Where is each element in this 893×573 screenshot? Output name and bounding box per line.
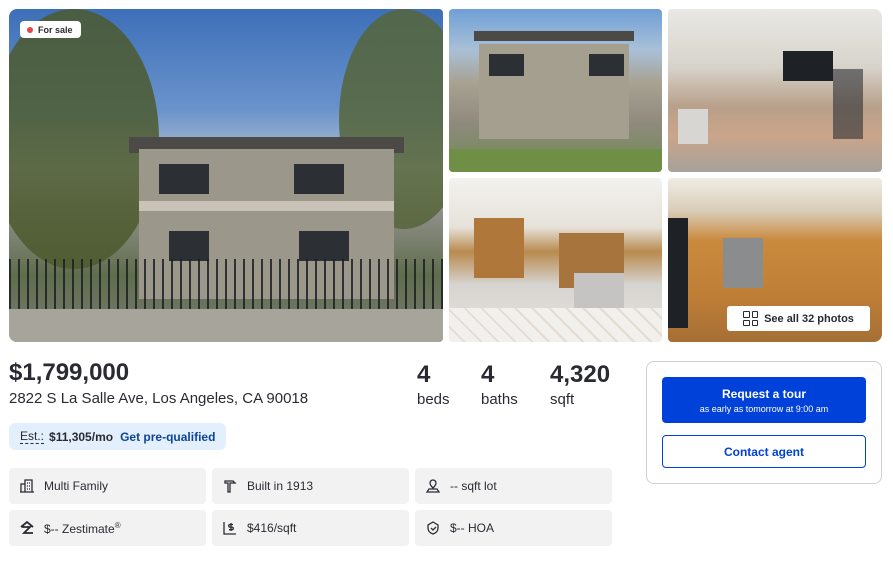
fact-hoa-text: $-- HOA: [450, 521, 495, 535]
refrigerator: [668, 218, 688, 328]
sqft-stat: 4,320 sqft: [550, 361, 611, 409]
stone-wall: [9, 309, 443, 342]
registered-mark: ®: [114, 520, 121, 530]
see-all-photos-label: See all 32 photos: [764, 312, 854, 325]
request-tour-title: Request a tour: [721, 387, 806, 401]
listing-price: $1,799,000: [9, 359, 130, 386]
baths-value: 4: [481, 361, 495, 388]
cabinet: [833, 69, 863, 139]
grid-icon: [743, 311, 759, 326]
estimate-label[interactable]: Est.:: [20, 429, 45, 444]
house-window: [159, 164, 209, 194]
lot-size-icon: [425, 479, 441, 493]
sqft-label: sqft: [550, 391, 575, 408]
request-tour-button[interactable]: Request a tour as early as tomorrow at 9…: [662, 377, 866, 423]
status-badge: For sale: [20, 21, 81, 38]
contact-panel: Request a tour as early as tomorrow at 9…: [646, 361, 882, 484]
see-all-photos-button[interactable]: See all 32 photos: [727, 306, 870, 331]
sqft-value: 4,320: [550, 361, 611, 388]
fact-hoa: $-- HOA: [415, 510, 612, 546]
get-pre-qualified-link[interactable]: Get pre-qualified: [120, 430, 215, 444]
fact-lot-size: -- sqft lot: [415, 468, 612, 504]
estimate-monthly: $11,305/mo: [49, 429, 114, 444]
fact-lot-size-text: -- sqft lot: [450, 479, 497, 493]
fact-year-built: Built in 1913: [212, 468, 409, 504]
status-dot-icon: [27, 26, 33, 33]
listing-address: 2822 S La Salle Ave, Los Angeles, CA 900…: [9, 390, 309, 407]
fact-zestimate: $-- Zestimate®: [9, 510, 206, 546]
fact-zestimate-text: $-- Zestimate®: [44, 521, 121, 536]
hammer-icon: [224, 480, 237, 493]
house-roof: [474, 31, 634, 41]
house-window: [299, 231, 349, 261]
house-band: [139, 201, 394, 211]
hoa-icon: [427, 521, 439, 535]
zestimate-icon: [20, 520, 34, 534]
fact-price-per-sqft: $416/sqft: [212, 510, 409, 546]
cabinets: [474, 218, 524, 278]
photo-thumbnail-dining-room[interactable]: [449, 178, 662, 342]
beds-label: beds: [417, 391, 450, 408]
fact-price-per-sqft-text: $416/sqft: [247, 521, 297, 535]
photo-thumbnail-living-room[interactable]: [668, 9, 882, 172]
stove: [723, 238, 763, 288]
house-window: [489, 54, 524, 76]
building-icon: [20, 479, 34, 493]
house-window: [169, 231, 209, 261]
lawn: [449, 149, 662, 172]
house-window: [589, 54, 624, 76]
beds-stat: 4 beds: [417, 361, 450, 409]
baths-stat: 4 baths: [481, 361, 518, 409]
request-tour-subtitle: as early as tomorrow at 9:00 am: [699, 404, 829, 414]
baths-label: baths: [481, 391, 518, 408]
price-per-sqft-icon: [223, 522, 236, 535]
photo-thumbnail-exterior[interactable]: [449, 9, 662, 172]
main-photo[interactable]: [9, 9, 443, 342]
chair: [678, 109, 708, 144]
status-badge-label: For sale: [38, 24, 73, 35]
contact-agent-button[interactable]: Contact agent: [662, 435, 866, 468]
fact-home-type-text: Multi Family: [44, 479, 109, 493]
tile-floor: [449, 308, 662, 342]
house-window: [294, 164, 344, 194]
fact-year-built-text: Built in 1913: [247, 479, 314, 493]
monthly-estimate: Est.: $11,305/mo Get pre-qualified: [9, 423, 227, 450]
tv-screen: [783, 51, 833, 81]
fact-zestimate-value: $-- Zestimate: [44, 521, 115, 536]
beds-value: 4: [417, 361, 431, 388]
fact-home-type: Multi Family: [9, 468, 206, 504]
